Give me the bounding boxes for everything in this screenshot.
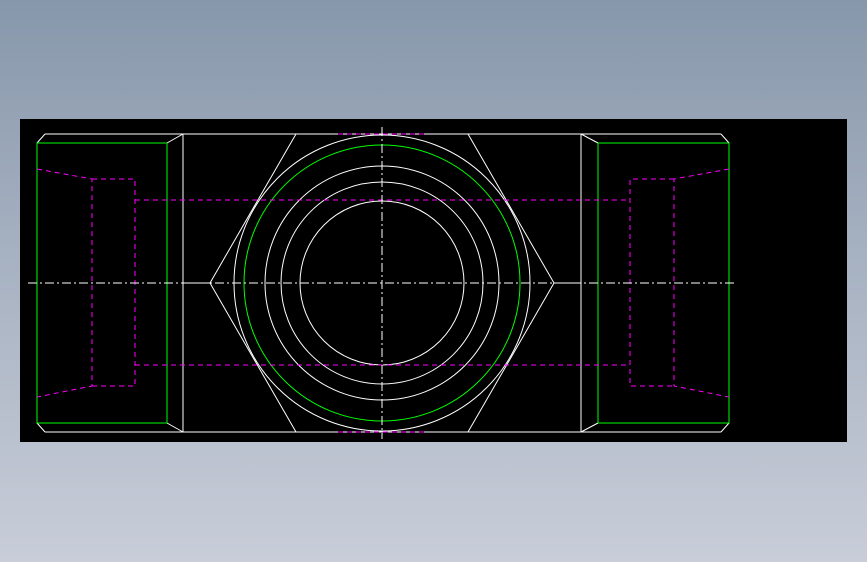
cad-drawing [20,119,847,442]
drawing-background [20,119,847,442]
cad-viewport[interactable] [20,119,847,442]
